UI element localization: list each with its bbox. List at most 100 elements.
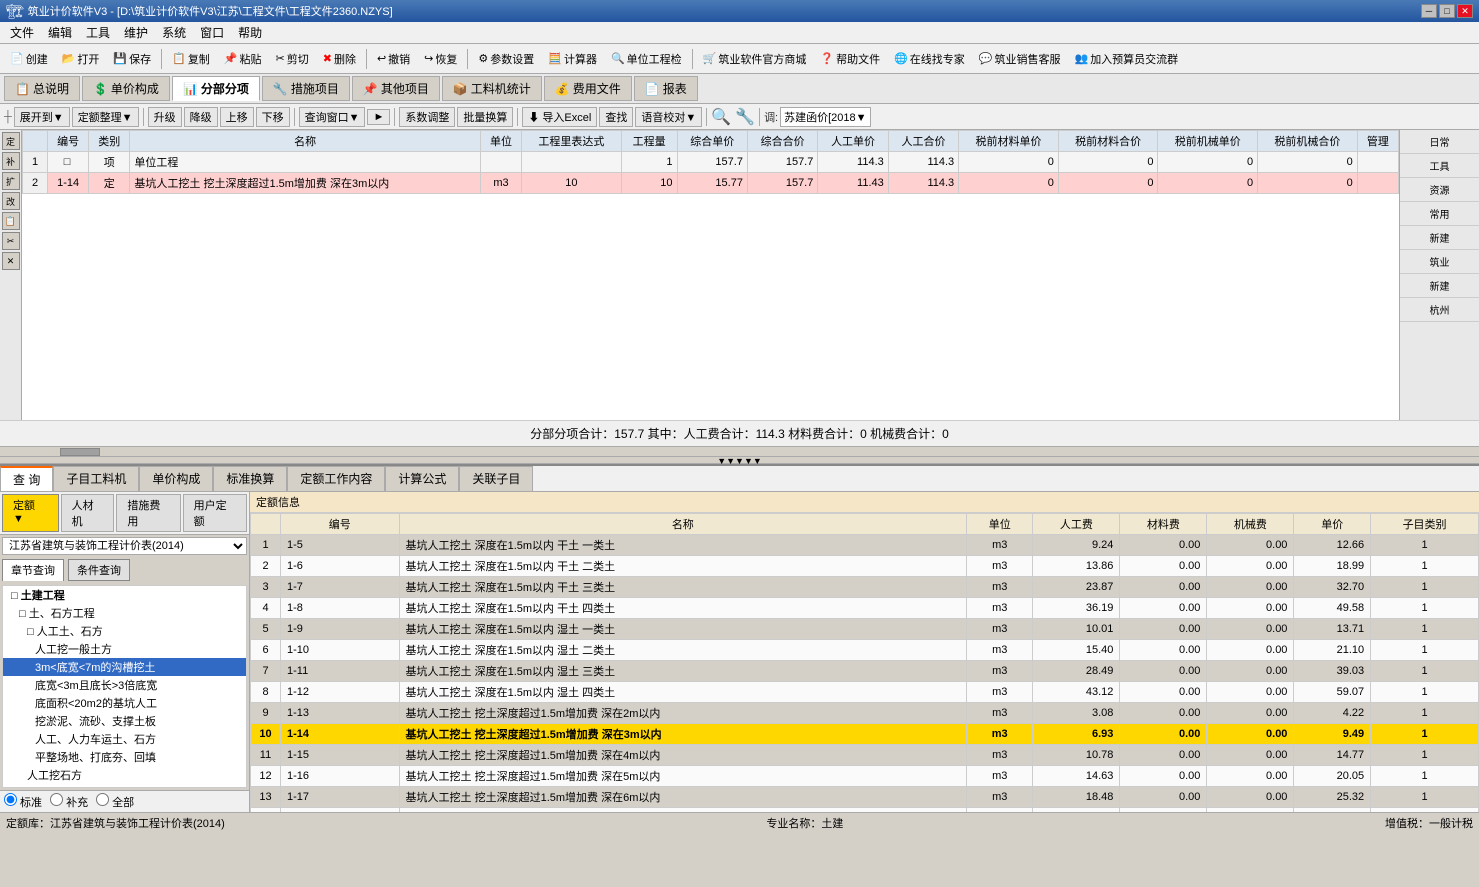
tree-item-soil-eng[interactable]: □ 土建工程 [3, 586, 246, 604]
icon-btn1[interactable]: 🔍 [711, 107, 731, 127]
quota-table-row[interactable]: 11 1-15 基坑人工挖土 挖土深度超过1.5m增加费 深在4m以内 m3 1… [251, 745, 1479, 766]
table-row[interactable]: 1 □ 项 单位工程 1 157.7 157.7 114.3 114.3 0 0… [23, 152, 1399, 173]
quota-table-row[interactable]: 14 1-18 基坑人工挖土 挖土深度超过1.5m增加费 超过6m每增1m m3… [251, 808, 1479, 813]
redo-button[interactable]: ↪ 恢复 [418, 48, 463, 70]
tab-sections[interactable]: 📊 分部分项 [172, 76, 260, 101]
row2-qty[interactable]: 10 [621, 173, 677, 194]
quota-table-row[interactable]: 5 1-9 基坑人工挖土 深度在1.5m以内 湿土 一类土 m3 10.01 0… [251, 619, 1479, 640]
row2-name[interactable]: 基坑人工挖土 挖土深度超过1.5m增加费 深在3m以内 [130, 173, 481, 194]
qrow-name[interactable]: 基坑人工挖土 深度在1.5m以内 干土 二类土 [399, 556, 967, 577]
row1-code[interactable]: □ [48, 152, 89, 173]
quota-table-row[interactable]: 8 1-12 基坑人工挖土 深度在1.5m以内 湿土 四类土 m3 43.12 … [251, 682, 1479, 703]
row1-qty[interactable]: 1 [621, 152, 677, 173]
helpfile-button[interactable]: ❓ 帮助文件 [814, 48, 886, 70]
batch-calc-btn[interactable]: 批量换算 [457, 107, 513, 127]
row1-type[interactable]: 项 [89, 152, 130, 173]
qrow-code[interactable]: 1-17 [281, 787, 400, 808]
qrow-name[interactable]: 基坑人工挖土 挖土深度超过1.5m增加费 深在2m以内 [399, 703, 967, 724]
query-window-btn[interactable]: 查询窗口▼ [299, 107, 366, 127]
qrow-code[interactable]: 1-11 [281, 661, 400, 682]
maximize-btn[interactable]: □ [1439, 4, 1455, 18]
sub-tab-measures[interactable]: 措施费用 [116, 494, 180, 532]
expert-button[interactable]: 🌐 在线找专家 [888, 48, 971, 70]
tree-item-silt[interactable]: 挖淤泥、流砂、支撑土板 [3, 712, 246, 730]
tab-unit-price[interactable]: 💲 单价构成 [82, 76, 170, 101]
bottom-tab-content[interactable]: 定额工作内容 [287, 466, 385, 491]
qrow-code[interactable]: 1-7 [281, 577, 400, 598]
move-down-btn[interactable]: 下移 [256, 107, 290, 127]
qrow-code[interactable]: 1-15 [281, 745, 400, 766]
row1-mechunit[interactable]: 0 [1158, 152, 1258, 173]
row1-totalprice[interactable]: 157.7 [747, 152, 817, 173]
paste-button[interactable]: 📌 粘贴 [218, 48, 268, 70]
row2-unitprice[interactable]: 15.77 [677, 173, 747, 194]
menu-maintain[interactable]: 维护 [118, 22, 154, 43]
minimize-btn[interactable]: ─ [1421, 4, 1437, 18]
qrow-name[interactable]: 基坑人工挖土 深度在1.5m以内 干土 四类土 [399, 598, 967, 619]
qrow-code[interactable]: 1-8 [281, 598, 400, 619]
row2-unit[interactable]: m3 [480, 173, 521, 194]
tree-item-transport[interactable]: 人工、人力车运土、石方 [3, 730, 246, 748]
more-btn[interactable]: ► [367, 109, 390, 125]
qrow-code[interactable]: 1-14 [281, 724, 400, 745]
qrow-name[interactable]: 基坑人工挖土 挖土深度超过1.5m增加费 深在6m以内 [399, 787, 967, 808]
row2-type[interactable]: 定 [89, 173, 130, 194]
row2-manage[interactable] [1357, 173, 1398, 194]
qrow-name[interactable]: 基坑人工挖土 挖土深度超过1.5m增加费 超过6m每增1m [399, 808, 967, 813]
icon-btn2[interactable]: 🔧 [735, 107, 755, 127]
cut-button[interactable]: ✂ 剪切 [270, 48, 315, 70]
qrow-name[interactable]: 基坑人工挖土 深度在1.5m以内 湿土 三类土 [399, 661, 967, 682]
row2-formula[interactable]: 10 [522, 173, 622, 194]
condition-search-tab[interactable]: 条件查询 [68, 559, 130, 581]
chapter-search-tab[interactable]: 章节查询 [2, 559, 64, 581]
row1-labortotal[interactable]: 114.3 [888, 152, 958, 173]
right-panel-new1[interactable]: 新建 [1400, 226, 1479, 250]
bottom-tab-exchange[interactable]: 标准换算 [213, 466, 287, 491]
open-button[interactable]: 📂 打开 [56, 48, 106, 70]
quota-table-row[interactable]: 10 1-14 基坑人工挖土 挖土深度超过1.5m增加费 深在3m以内 m3 6… [251, 724, 1479, 745]
qrow-code[interactable]: 1-16 [281, 766, 400, 787]
bottom-tab-query[interactable]: 查 询 [0, 466, 53, 491]
menu-file[interactable]: 文件 [4, 22, 40, 43]
sub-tab-quota[interactable]: 定额 ▼ [2, 494, 59, 532]
tab-summary[interactable]: 📋 总说明 [4, 76, 80, 101]
create-button[interactable]: 📄 创建 [4, 48, 54, 70]
tree-item-dig-general[interactable]: 人工挖一般土方 [3, 640, 246, 658]
collapse-handle[interactable]: ▼▼▼▼▼ [0, 456, 1479, 464]
menu-tools[interactable]: 工具 [80, 22, 116, 43]
right-panel-new2[interactable]: 新建 [1400, 274, 1479, 298]
row1-mechtotal[interactable]: 0 [1258, 152, 1358, 173]
row1-manage[interactable] [1357, 152, 1398, 173]
sub-tab-materials[interactable]: 人材机 [61, 494, 115, 532]
qrow-code[interactable]: 1-9 [281, 619, 400, 640]
province-select[interactable]: 江苏省建筑与装饰工程计价表(2014) [2, 537, 247, 555]
mall-button[interactable]: 🛒 筑业软件官方商城 [697, 48, 813, 70]
row1-laborunit[interactable]: 114.3 [818, 152, 888, 173]
tree-item-narrow[interactable]: 底宽<3m且底长>3倍底宽 [3, 676, 246, 694]
right-panel-daily[interactable]: 日常 [1400, 130, 1479, 154]
sidebar-icon-1[interactable]: 定 [2, 132, 20, 150]
tree-item-pit[interactable]: 底面积<20m2的基坑人工 [3, 694, 246, 712]
qrow-name[interactable]: 基坑人工挖土 深度在1.5m以内 干土 一类土 [399, 535, 967, 556]
menu-window[interactable]: 窗口 [194, 22, 230, 43]
bottom-tab-formula[interactable]: 计算公式 [385, 466, 459, 491]
move-up-btn[interactable]: 上移 [220, 107, 254, 127]
quota-table-row[interactable]: 1 1-5 基坑人工挖土 深度在1.5m以内 干土 一类土 m3 9.24 0.… [251, 535, 1479, 556]
menu-edit[interactable]: 编辑 [42, 22, 78, 43]
qrow-name[interactable]: 基坑人工挖土 挖土深度超过1.5m增加费 深在4m以内 [399, 745, 967, 766]
right-panel-zhuye[interactable]: 筑业 [1400, 250, 1479, 274]
quota-table-row[interactable]: 13 1-17 基坑人工挖土 挖土深度超过1.5m增加费 深在6m以内 m3 1… [251, 787, 1479, 808]
quota-arrange-btn[interactable]: 定额整理▼ [72, 107, 139, 127]
menu-system[interactable]: 系统 [156, 22, 192, 43]
find-btn[interactable]: 查找 [599, 107, 633, 127]
quota-table-row[interactable]: 4 1-8 基坑人工挖土 深度在1.5m以内 干土 四类土 m3 36.19 0… [251, 598, 1479, 619]
radio-supplement[interactable]: 补充 [50, 793, 88, 810]
menu-help[interactable]: 帮助 [232, 22, 268, 43]
row1-unit[interactable] [480, 152, 521, 173]
service-button[interactable]: 💬 筑业销售客服 [973, 48, 1067, 70]
tree-item-trench[interactable]: 3m<底宽<7m的沟槽挖土 [3, 658, 246, 676]
tab-others[interactable]: 📌 其他项目 [352, 76, 440, 101]
row2-laborunit[interactable]: 11.43 [818, 173, 888, 194]
tree-item-earth[interactable]: □ 土、石方工程 [3, 604, 246, 622]
row1-mattotal[interactable]: 0 [1058, 152, 1158, 173]
